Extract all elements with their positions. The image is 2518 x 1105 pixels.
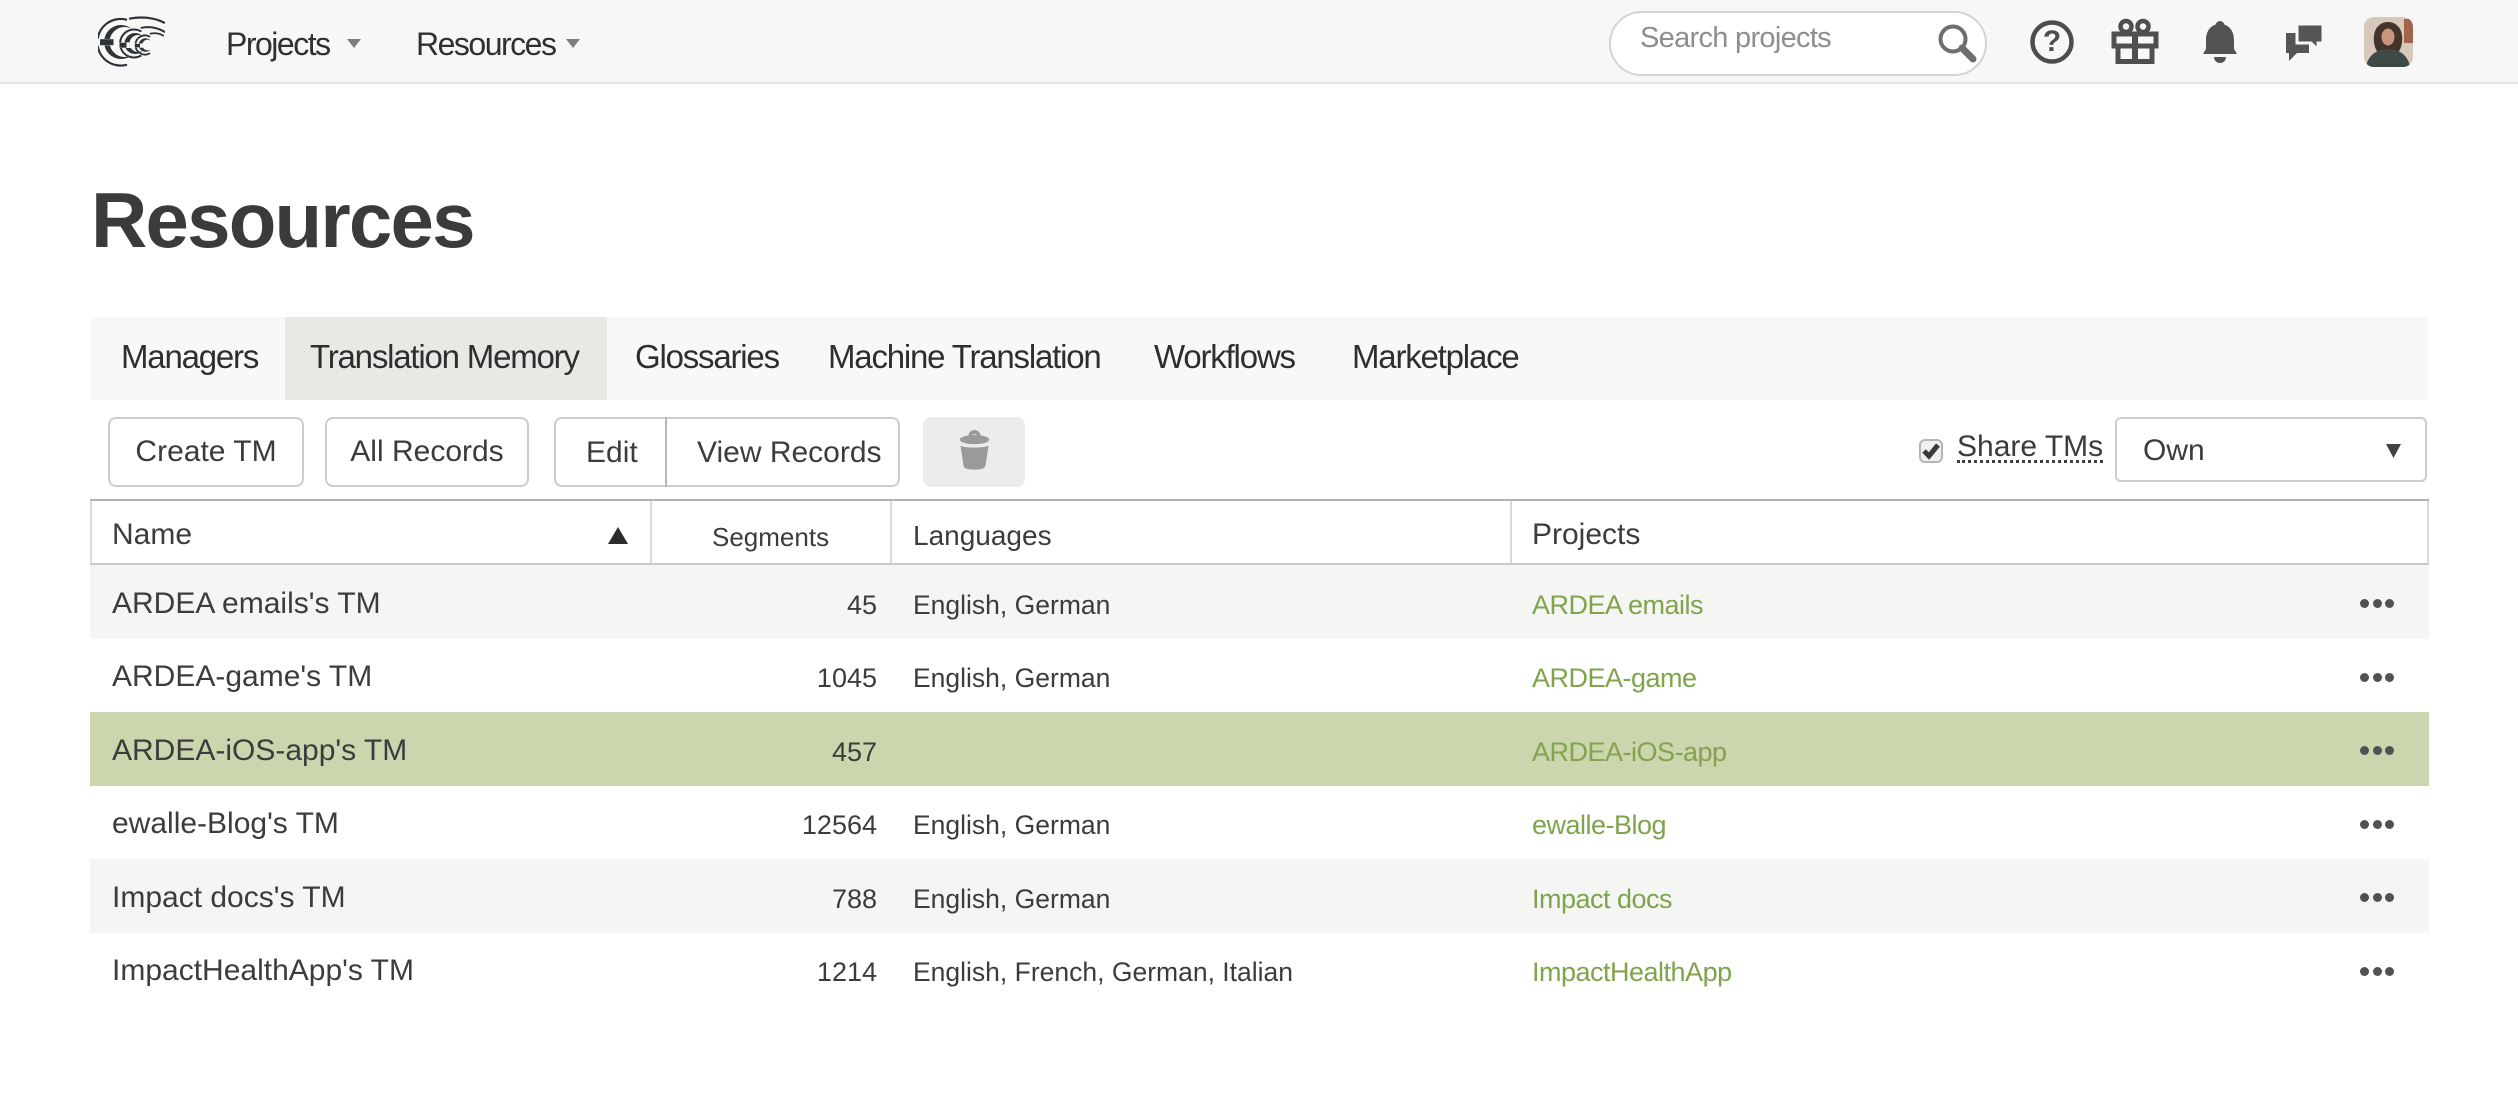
- svg-text:?: ?: [2043, 25, 2061, 58]
